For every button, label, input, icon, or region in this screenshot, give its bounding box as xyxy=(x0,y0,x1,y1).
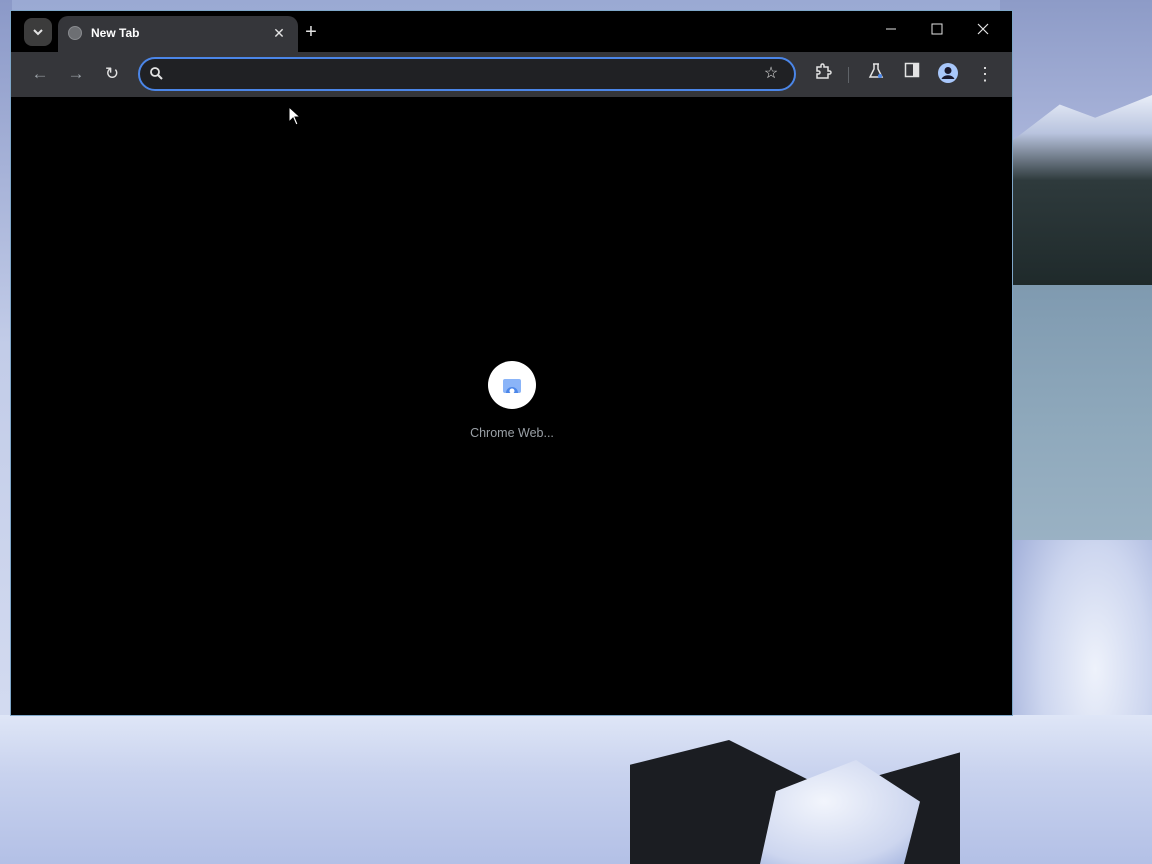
shortcut-icon xyxy=(488,361,536,409)
arrow-left-icon: ← xyxy=(31,64,49,83)
browser-window: New Tab ✕ + ← → ↻ ☆ ⋮ Chrome Web... xyxy=(10,10,1013,716)
search-icon xyxy=(150,67,163,80)
maximize-button[interactable] xyxy=(925,19,949,43)
title-bar[interactable]: New Tab ✕ + xyxy=(11,11,1012,52)
wallpaper-water xyxy=(1010,285,1152,575)
chrome-web-store-icon xyxy=(503,379,521,394)
plus-icon: + xyxy=(305,21,317,43)
address-input[interactable] xyxy=(172,64,756,86)
mouse-cursor-icon xyxy=(288,106,302,126)
page-content: Chrome Web... xyxy=(19,98,1006,710)
globe-icon xyxy=(68,26,82,40)
extensions-button[interactable] xyxy=(811,62,835,86)
toolbar-divider xyxy=(848,67,849,83)
avatar-icon xyxy=(938,63,958,83)
browser-toolbar: ← → ↻ ☆ ⋮ xyxy=(11,52,1012,97)
maximize-icon xyxy=(931,23,943,35)
reload-icon: ↻ xyxy=(104,64,120,83)
forward-button[interactable]: → xyxy=(64,62,88,86)
minimize-icon xyxy=(886,28,896,30)
side-panel-button[interactable] xyxy=(900,62,924,86)
shortcut-tile[interactable]: Chrome Web... xyxy=(459,361,565,440)
close-icon: ✕ xyxy=(273,25,285,41)
close-icon xyxy=(977,23,989,35)
minimize-button[interactable] xyxy=(879,19,903,43)
new-tab-button[interactable]: + xyxy=(299,20,323,44)
flask-icon xyxy=(868,63,884,78)
profile-button[interactable] xyxy=(936,62,960,86)
star-icon: ☆ xyxy=(763,65,779,82)
puzzle-icon xyxy=(816,63,832,79)
tab-title: New Tab xyxy=(91,26,140,40)
menu-button[interactable]: ⋮ xyxy=(973,62,997,86)
side-panel-icon xyxy=(904,62,920,78)
arrow-right-icon: → xyxy=(67,64,85,83)
tab-close-button[interactable]: ✕ xyxy=(270,24,288,42)
chevron-down-icon xyxy=(33,29,43,36)
window-close-button[interactable] xyxy=(971,19,995,43)
shortcut-label: Chrome Web... xyxy=(470,426,554,440)
tab-search-button[interactable] xyxy=(24,18,52,46)
address-bar[interactable]: ☆ xyxy=(138,57,796,91)
labs-button[interactable] xyxy=(864,62,888,86)
wallpaper-ice-bottom xyxy=(0,715,1152,864)
bookmark-button[interactable]: ☆ xyxy=(760,63,782,85)
reload-button[interactable]: ↻ xyxy=(100,62,124,86)
back-button[interactable]: ← xyxy=(28,62,52,86)
tab-new-tab[interactable]: New Tab ✕ xyxy=(58,16,298,52)
kebab-menu-icon: ⋮ xyxy=(976,64,994,84)
